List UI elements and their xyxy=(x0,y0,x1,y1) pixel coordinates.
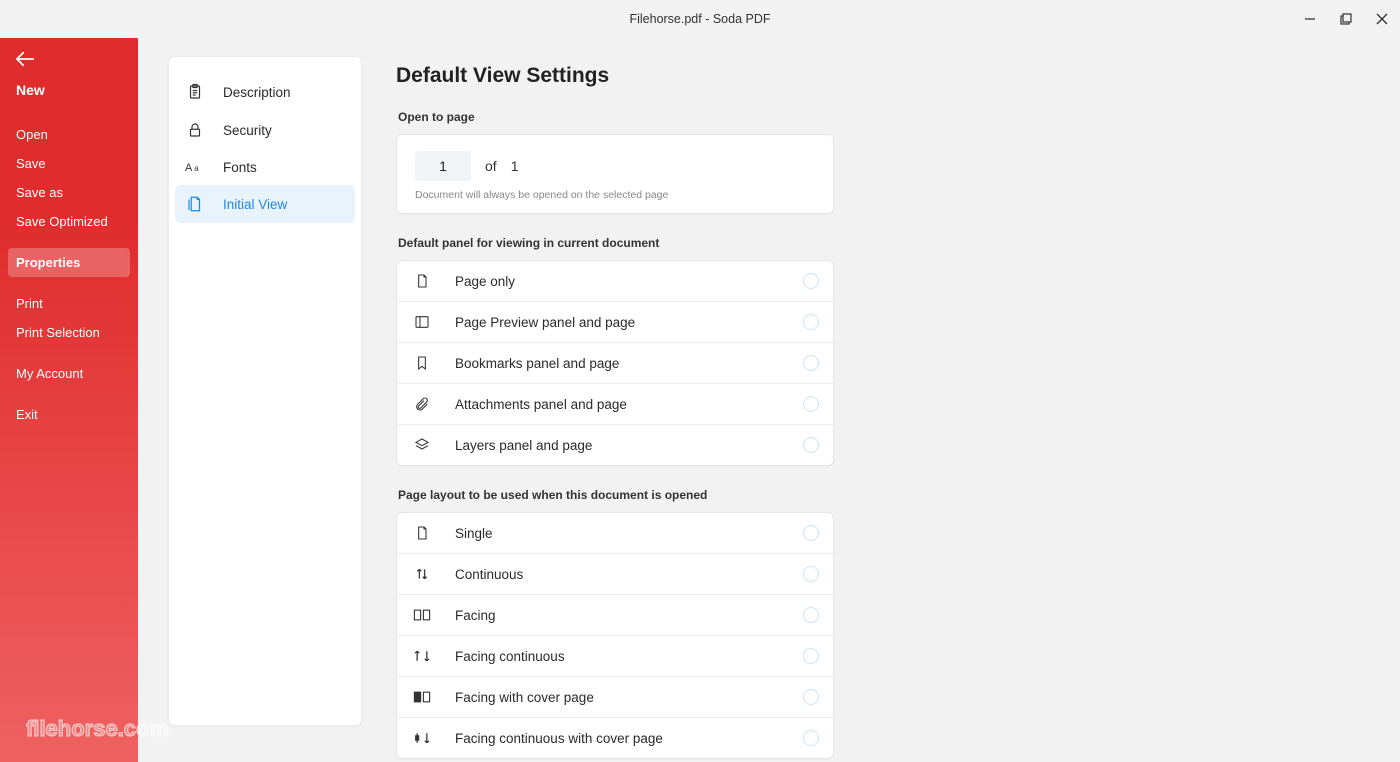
bookmark-icon xyxy=(413,355,431,371)
opt-bookmarks-panel[interactable]: Bookmarks panel and page xyxy=(397,343,833,384)
continuous-icon xyxy=(413,566,431,582)
radio-icon xyxy=(803,273,819,289)
paperclip-icon xyxy=(413,396,431,412)
open-to-page-card: of 1 Document will always be opened on t… xyxy=(396,134,834,214)
menu-save-optimized[interactable]: Save Optimized xyxy=(8,207,130,236)
opt-label: Continuous xyxy=(455,567,523,582)
open-page-input[interactable] xyxy=(415,151,471,181)
close-button[interactable] xyxy=(1372,9,1392,29)
opt-attachments-panel[interactable]: Attachments panel and page xyxy=(397,384,833,425)
radio-icon xyxy=(803,355,819,371)
single-page-icon xyxy=(413,525,431,541)
facing-cover-icon xyxy=(413,689,431,705)
opt-single[interactable]: Single xyxy=(397,513,833,554)
radio-icon xyxy=(803,730,819,746)
opt-label: Facing continuous with cover page xyxy=(455,731,663,746)
opt-label: Page only xyxy=(455,274,515,289)
radio-icon xyxy=(803,607,819,623)
nav-label: Initial View xyxy=(223,197,287,212)
layers-icon xyxy=(413,437,431,453)
content: Description Security Aa Fonts xyxy=(138,38,1400,762)
nav-label: Security xyxy=(223,123,272,138)
sidebar-left: New Open Save Save as Save Optimized Pro… xyxy=(0,38,138,762)
clipboard-icon xyxy=(185,83,205,101)
lock-icon xyxy=(185,121,205,139)
nav-security[interactable]: Security xyxy=(175,111,355,149)
radio-icon xyxy=(803,314,819,330)
opt-label: Facing xyxy=(455,608,496,623)
file-menu: New Open Save Save as Save Optimized Pro… xyxy=(8,72,130,429)
default-panel-label: Default panel for viewing in current doc… xyxy=(398,236,1176,250)
settings-main: Default View Settings Open to page of 1 … xyxy=(396,56,1176,744)
of-label: of xyxy=(485,158,497,174)
opt-layers-panel[interactable]: Layers panel and page xyxy=(397,425,833,465)
facing-cont-cover-icon xyxy=(413,730,431,746)
page-title: Default View Settings xyxy=(396,64,1176,88)
window-controls xyxy=(1300,0,1392,38)
settings-nav: Description Security Aa Fonts xyxy=(168,56,362,726)
open-page-hint: Document will always be opened on the se… xyxy=(415,189,815,201)
opt-page-only[interactable]: Page only xyxy=(397,261,833,302)
opt-label: Page Preview panel and page xyxy=(455,315,635,330)
layout-options: Single Continuous Facing xyxy=(396,512,834,759)
radio-icon xyxy=(803,437,819,453)
panel-left-icon xyxy=(413,314,431,330)
page-layout-label: Page layout to be used when this documen… xyxy=(398,488,1176,502)
radio-icon xyxy=(803,525,819,541)
nav-label: Description xyxy=(223,85,291,100)
back-button[interactable] xyxy=(8,48,130,72)
opt-preview-panel[interactable]: Page Preview panel and page xyxy=(397,302,833,343)
menu-open[interactable]: Open xyxy=(8,120,130,149)
menu-save-as[interactable]: Save as xyxy=(8,178,130,207)
radio-icon xyxy=(803,396,819,412)
menu-print-selection[interactable]: Print Selection xyxy=(8,318,130,347)
window-title: Filehorse.pdf - Soda PDF xyxy=(629,12,770,26)
svg-text:A: A xyxy=(185,162,193,174)
titlebar: Filehorse.pdf - Soda PDF xyxy=(0,0,1400,38)
menu-my-account[interactable]: My Account xyxy=(8,359,130,388)
app-window: Filehorse.pdf - Soda PDF New Open Save xyxy=(0,0,1400,762)
open-to-page-label: Open to page xyxy=(398,110,1176,124)
opt-label: Bookmarks panel and page xyxy=(455,356,619,371)
opt-label: Single xyxy=(455,526,493,541)
radio-icon xyxy=(803,689,819,705)
nav-label: Fonts xyxy=(223,160,257,175)
opt-facing[interactable]: Facing xyxy=(397,595,833,636)
fonts-icon: Aa xyxy=(185,159,205,175)
menu-new[interactable]: New xyxy=(8,72,130,108)
body: New Open Save Save as Save Optimized Pro… xyxy=(0,38,1400,762)
total-pages: 1 xyxy=(511,158,519,174)
opt-label: Layers panel and page xyxy=(455,438,592,453)
nav-fonts[interactable]: Aa Fonts xyxy=(175,149,355,185)
opt-facing-continuous-cover[interactable]: Facing continuous with cover page xyxy=(397,718,833,758)
opt-label: Facing continuous xyxy=(455,649,565,664)
opt-continuous[interactable]: Continuous xyxy=(397,554,833,595)
radio-icon xyxy=(803,648,819,664)
menu-exit[interactable]: Exit xyxy=(8,400,130,429)
opt-facing-cover[interactable]: Facing with cover page xyxy=(397,677,833,718)
radio-icon xyxy=(803,566,819,582)
menu-properties[interactable]: Properties xyxy=(8,248,130,277)
menu-print[interactable]: Print xyxy=(8,289,130,318)
page-view-icon xyxy=(185,195,205,213)
nav-initial-view[interactable]: Initial View xyxy=(175,185,355,223)
menu-save[interactable]: Save xyxy=(8,149,130,178)
maximize-button[interactable] xyxy=(1336,9,1356,29)
opt-label: Facing with cover page xyxy=(455,690,594,705)
svg-text:a: a xyxy=(194,163,199,173)
minimize-button[interactable] xyxy=(1300,9,1320,29)
opt-facing-continuous[interactable]: Facing continuous xyxy=(397,636,833,677)
facing-continuous-icon xyxy=(413,648,431,664)
opt-label: Attachments panel and page xyxy=(455,397,627,412)
page-icon xyxy=(413,273,431,289)
panel-options: Page only Page Preview panel and page Bo… xyxy=(396,260,834,466)
facing-icon xyxy=(413,607,431,623)
nav-description[interactable]: Description xyxy=(175,73,355,111)
